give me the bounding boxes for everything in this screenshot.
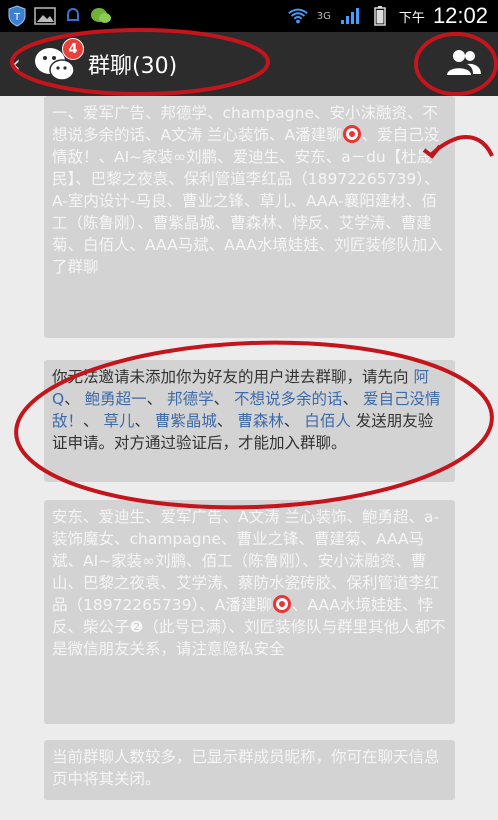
name-link[interactable]: 草儿 [103,412,134,430]
status-bar: T 3G 下午 12:02 [0,0,498,32]
shield-icon: T [6,5,28,27]
system-notice-invite-failed: 你无法邀请未添加你为好友的用户进去群聊，请先向 阿Q、 鲍勇超一、 邦德学、 不… [44,360,455,482]
notice-text-cont: 、爱自己没情敌！、AI~家装∞刘鹏、爱迪生、安东、a－du【杜晟民】、巴黎之夜袁… [52,126,443,276]
wechat-logo-icon: 4 [32,38,84,84]
target-emoji-icon [272,594,292,614]
name-link[interactable]: 白佰人 [304,412,351,430]
page-title: 群聊(30) [88,54,178,79]
system-notice-nickname: 当前群聊人数较多，已显示群成员昵称，你可在聊天信息页中将其关闭。 [44,740,455,800]
clock-time: 12:02 [432,3,488,28]
target-emoji-icon [342,124,362,144]
notice-text: 你无法邀请未添加你为好友的用户进去群聊，请先向 [52,368,414,386]
ampm-label: 下午 [398,10,425,26]
battery-icon [369,5,391,27]
wechat-icon [90,5,112,27]
name-link[interactable]: 鲍勇超一 [85,390,147,408]
system-notice-privacy: 安东、爱迪生、爱军广告、A文涛 兰心装饰、鲍勇超、a-装饰魔女、champagn… [44,500,455,724]
name-link[interactable]: 曹森林 [237,412,284,430]
name-link[interactable]: 不想说多余的话 [234,390,343,408]
unread-badge: 4 [62,38,84,60]
name-link[interactable]: 曹紫晶城 [155,412,217,430]
network-type-label: 3G [316,10,331,22]
chevron-left-icon: ‹ [11,50,21,78]
people-icon [445,47,483,81]
name-link[interactable]: 邦德学 [167,390,214,408]
gallery-icon [34,5,56,27]
title-bar: ‹ 4 群聊(30) [0,32,498,96]
chat-area[interactable]: 一、爱军广告、邦德学、champagne、安小沫融资、不想说多余的话、A文涛 兰… [0,96,498,820]
system-notice-join: 一、爱军广告、邦德学、champagne、安小沫融资、不想说多余的话、A文涛 兰… [44,96,455,338]
back-button[interactable]: ‹ [4,32,28,96]
notice-text: 当前群聊人数较多，已显示群成员昵称，你可在聊天信息页中将其关闭。 [52,748,440,788]
bell-icon [62,5,84,27]
wifi-icon [287,5,309,27]
signal-icon [339,5,361,27]
group-members-button[interactable] [444,44,484,84]
svg-text:T: T [13,12,21,23]
